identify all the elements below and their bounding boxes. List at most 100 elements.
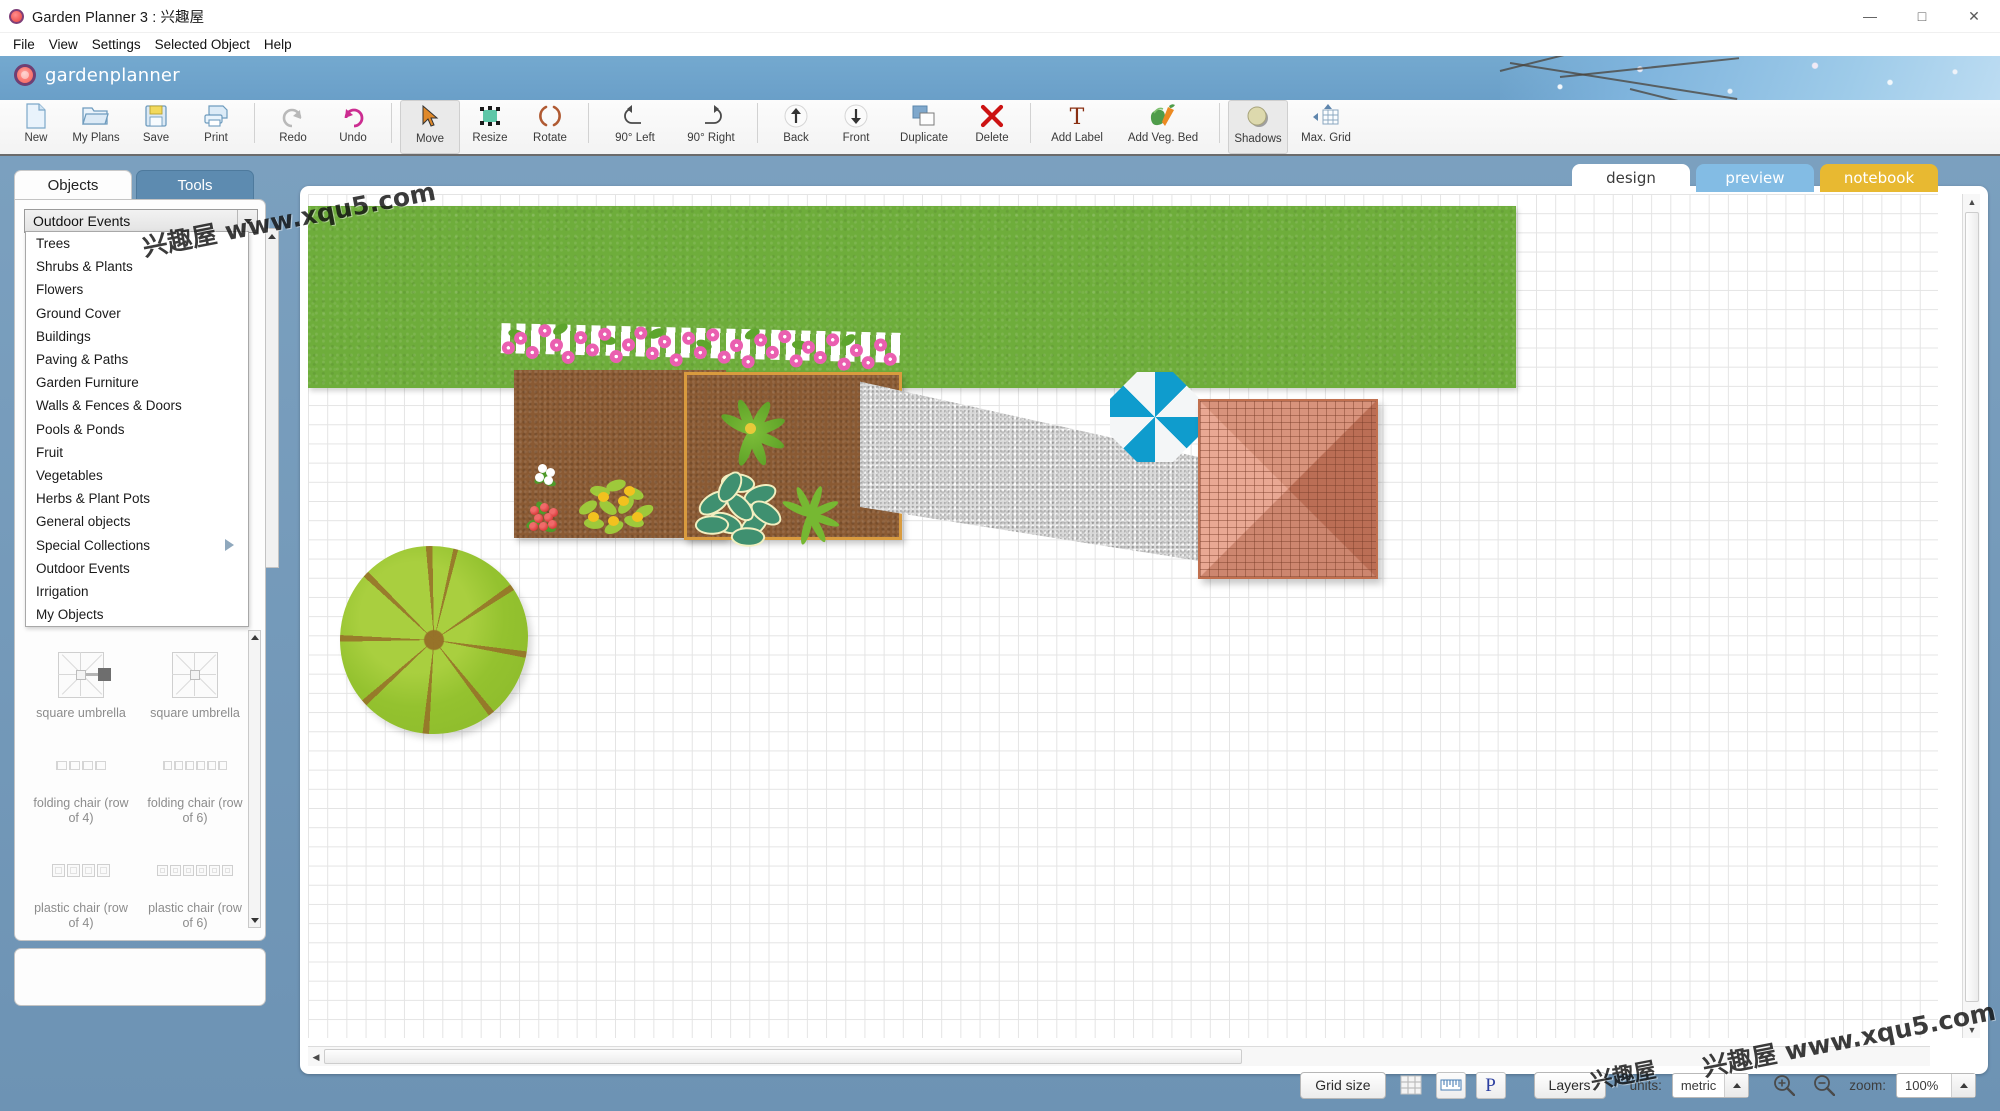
toolbar-print-button[interactable]: Print: [186, 100, 246, 154]
toolbar-save-button[interactable]: Save: [126, 100, 186, 154]
plants-p-button[interactable]: P: [1475, 1071, 1506, 1099]
canvas-vertical-scrollbar[interactable]: ▲ ▼: [1962, 194, 1980, 1038]
grid-icon[interactable]: [1396, 1072, 1426, 1099]
units-value: metric: [1680, 1077, 1717, 1093]
palette-scrollbar[interactable]: [248, 630, 261, 928]
dropdown-item-shrubs-plants[interactable]: Shrubs & Plants: [26, 255, 248, 278]
menu-help[interactable]: Help: [257, 35, 299, 54]
dropdown-scrollbar[interactable]: [265, 228, 279, 568]
canvas-object-beach-umbrella[interactable]: [1110, 372, 1200, 462]
canvas-object-yellow-flower-bush[interactable]: [576, 478, 660, 538]
toolbar-myplans-button[interactable]: My Plans: [66, 100, 126, 154]
layers-button[interactable]: Layers: [1533, 1071, 1606, 1099]
dropdown-item-special-collections[interactable]: Special Collections: [26, 533, 248, 556]
zoom-stepper-icon[interactable]: [1951, 1073, 1975, 1097]
zoom-out-icon[interactable]: [1809, 1072, 1839, 1099]
menu-view[interactable]: View: [42, 35, 85, 54]
dropdown-item-label: Paving & Paths: [36, 352, 129, 368]
tab-design[interactable]: design: [1572, 164, 1690, 192]
toolbar-rotate-left-button[interactable]: 90° Left: [597, 100, 673, 154]
toolbar-rotate-button[interactable]: Rotate: [520, 100, 580, 154]
menu-selected-object[interactable]: Selected Object: [148, 35, 257, 54]
menu-file[interactable]: File: [6, 35, 42, 54]
toolbar-move-label: Move: [415, 133, 445, 145]
toolbar-shadows-button[interactable]: Shadows: [1228, 100, 1288, 154]
category-dropdown-list[interactable]: Trees Shrubs & Plants Flowers Ground Cov…: [25, 231, 249, 628]
dropdown-item-pools-ponds[interactable]: Pools & Ponds: [26, 418, 248, 441]
toolbar-duplicate-label: Duplicate: [900, 132, 948, 144]
palette-item-plastic-chair-row6[interactable]: plastic chair (row of 6): [138, 843, 252, 930]
dropdown-item-vegetables[interactable]: Vegetables: [26, 464, 248, 487]
tab-objects[interactable]: Objects: [14, 170, 132, 200]
logo-text: gardenplanner: [45, 64, 180, 86]
tab-preview[interactable]: preview: [1696, 164, 1814, 192]
toolbar-new-button[interactable]: New: [6, 100, 66, 154]
dropdown-item-ground-cover[interactable]: Ground Cover: [26, 302, 248, 325]
canvas-object-flower-hedge[interactable]: [497, 315, 897, 377]
dropdown-item-irrigation[interactable]: Irrigation: [26, 580, 248, 603]
canvas-object-brick-patio[interactable]: [1198, 399, 1378, 579]
palette-item-folding-chair-row6[interactable]: folding chair (row of 6): [138, 738, 252, 825]
palette-item-plastic-chair-row4[interactable]: plastic chair (row of 4): [24, 843, 138, 930]
scroll-up-arrow-icon[interactable]: [249, 631, 260, 644]
design-canvas[interactable]: [308, 194, 1938, 1038]
units-select[interactable]: metric: [1671, 1072, 1750, 1098]
dropdown-item-general-objects[interactable]: General objects: [26, 510, 248, 533]
toolbar-redo-button[interactable]: Redo: [263, 100, 323, 154]
scroll-down-arrow-icon[interactable]: [249, 914, 260, 927]
ruler-icon[interactable]: [1435, 1071, 1466, 1099]
toolbar-front-button[interactable]: Front: [826, 100, 886, 154]
menu-settings[interactable]: Settings: [85, 35, 148, 54]
toolbar-rotate-right-button[interactable]: 90° Right: [673, 100, 749, 154]
canvas-object-strawberries[interactable]: [525, 500, 562, 535]
toolbar-undo-button[interactable]: Undo: [323, 100, 383, 154]
toolbar-separator: [254, 103, 255, 143]
scroll-up-arrow-icon[interactable]: [266, 229, 278, 243]
toolbar-resize-button[interactable]: Resize: [460, 100, 520, 154]
toolbar-max-grid-button[interactable]: Max. Grid: [1288, 100, 1364, 154]
toolbar-add-veg-bed-button[interactable]: Add Veg. Bed: [1115, 100, 1211, 154]
canvas-object-white-flowers[interactable]: [532, 462, 562, 490]
dropdown-item-herbs-plant-pots[interactable]: Herbs & Plant Pots: [26, 487, 248, 510]
units-stepper-icon[interactable]: [1724, 1073, 1749, 1097]
palette-item-folding-chair-row4[interactable]: folding chair (row of 4): [24, 738, 138, 825]
tab-tools[interactable]: Tools: [136, 170, 254, 200]
dropdown-item-outdoor-events[interactable]: Outdoor Events: [26, 557, 248, 580]
zoom-select[interactable]: 100%: [1896, 1072, 1976, 1098]
toolbar-max-grid-label: Max. Grid: [1301, 132, 1351, 144]
toolbar-new-label: New: [24, 132, 48, 144]
minimize-button[interactable]: —: [1844, 0, 1896, 33]
vegetables-icon: [1148, 102, 1178, 130]
canvas-object-agapanthus-plant[interactable]: [719, 393, 807, 471]
dropdown-item-flowers[interactable]: Flowers: [26, 278, 248, 301]
category-combobox[interactable]: Outdoor Events: [24, 209, 258, 233]
canvas-object-lawn[interactable]: [308, 206, 1516, 388]
dropdown-item-paving-paths[interactable]: Paving & Paths: [26, 348, 248, 371]
dropdown-item-fruit[interactable]: Fruit: [26, 441, 248, 464]
toolbar-duplicate-button[interactable]: Duplicate: [886, 100, 962, 154]
palette-item-square-umbrella-closed[interactable]: square umbrella: [138, 648, 252, 720]
dropdown-item-garden-furniture[interactable]: Garden Furniture: [26, 371, 248, 394]
toolbar-add-label-button[interactable]: T Add Label: [1039, 100, 1115, 154]
grid-size-button[interactable]: Grid size: [1300, 1071, 1386, 1099]
toolbar-back-button[interactable]: Back: [766, 100, 826, 154]
close-button[interactable]: ✕: [1948, 0, 2000, 33]
palette-item-square-umbrella-open[interactable]: square umbrella: [24, 648, 138, 720]
canvas-object-large-tree[interactable]: [340, 546, 528, 734]
maximize-button[interactable]: □: [1896, 0, 1948, 33]
dropdown-item-my-objects[interactable]: My Objects: [26, 603, 248, 626]
dropdown-item-buildings[interactable]: Buildings: [26, 325, 248, 348]
dropdown-item-trees[interactable]: Trees: [26, 232, 248, 255]
scroll-up-arrow-icon[interactable]: ▲: [1963, 194, 1981, 210]
toolbar-delete-button[interactable]: Delete: [962, 100, 1022, 154]
canvas-object-ornamental-grass[interactable]: [780, 481, 865, 546]
toolbar-move-button[interactable]: Move: [400, 100, 460, 154]
tab-notebook[interactable]: notebook: [1820, 164, 1938, 192]
vertical-scroll-thumb[interactable]: [1965, 212, 1979, 1002]
zoom-in-icon[interactable]: [1769, 1072, 1799, 1099]
dropdown-item-walls-fences-doors[interactable]: Walls & Fences & Doors: [26, 394, 248, 417]
canvas-object-hosta-clump[interactable]: [693, 463, 789, 551]
chevron-down-icon[interactable]: [237, 210, 257, 232]
scroll-down-arrow-icon[interactable]: ▼: [1963, 1022, 1981, 1038]
cursor-arrow-icon: [420, 103, 440, 131]
